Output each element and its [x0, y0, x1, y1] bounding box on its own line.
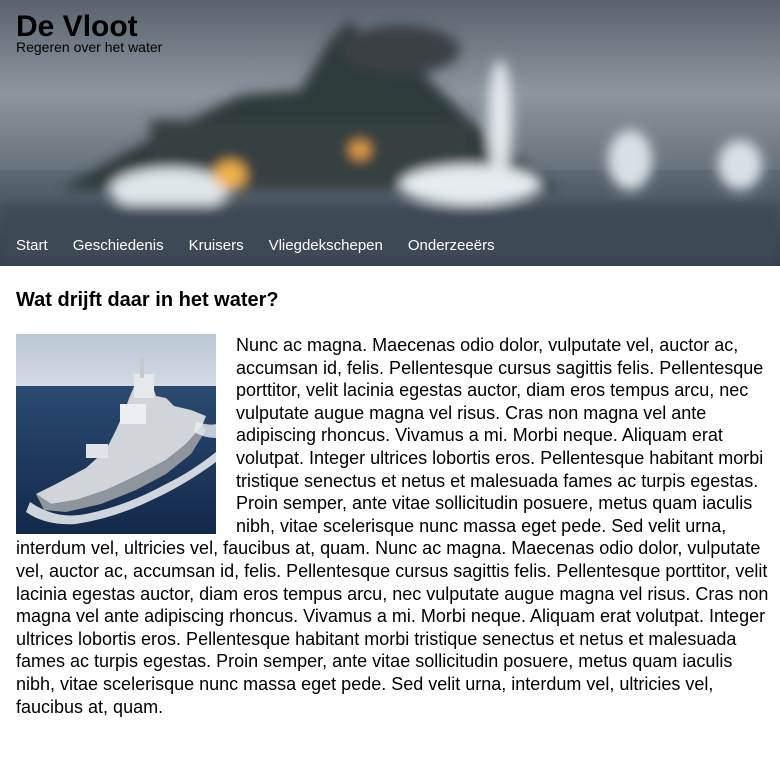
main-nav: Start Geschiedenis Kruisers Vliegdeksche… — [16, 236, 520, 256]
frigate-photo — [16, 334, 216, 534]
main-content: Wat drijft daar in het water? Nunc ac ma… — [0, 288, 776, 718]
page-heading: Wat drijft daar in het water? — [16, 289, 279, 311]
nav-item-onderzeeers[interactable]: Onderzeeërs — [408, 236, 495, 256]
nav-item-kruisers[interactable]: Kruisers — [189, 236, 244, 256]
nav-item-vliegdekschepen[interactable]: Vliegdekschepen — [269, 236, 383, 256]
site-header: De Vloot Regeren over het water Start Ge… — [0, 0, 780, 266]
article: Nunc ac magna. Maecenas odio dolor, vulp… — [16, 334, 776, 718]
site-tagline: Regeren over het water — [16, 39, 163, 55]
nav-item-geschiedenis[interactable]: Geschiedenis — [73, 236, 164, 256]
nav-item-start[interactable]: Start — [16, 236, 48, 256]
